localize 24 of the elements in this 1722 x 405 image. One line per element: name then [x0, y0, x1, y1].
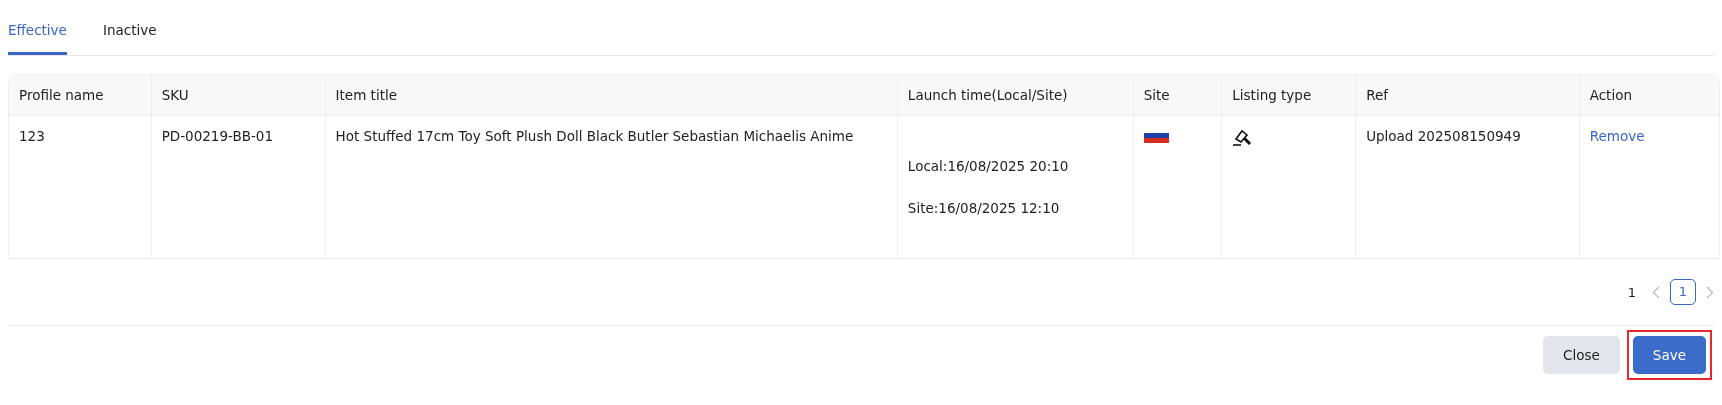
tab[interactable]: Inactive	[102, 22, 157, 55]
dialog-button[interactable]: Save	[1632, 336, 1706, 374]
table-cell: Upload 202508150949	[1366, 128, 1521, 144]
dialog-button[interactable]: Close	[1543, 336, 1620, 374]
column-header: Action	[1578, 75, 1719, 116]
remove-link[interactable]: Remove	[1589, 128, 1645, 144]
site-time: Site:16/08/2025 12:10	[907, 200, 1060, 216]
column-header: Item title	[324, 75, 897, 116]
gavel-icon	[1232, 128, 1253, 147]
total-count: 1	[1627, 284, 1636, 300]
column-header: Site	[1132, 75, 1222, 116]
column-header: Listing type	[1221, 75, 1356, 116]
next-icon[interactable]	[1706, 285, 1714, 299]
column-header: Profile name	[9, 75, 151, 116]
table-cell: Hot Stuffed 17cm Toy Soft Plush Doll Black Butler Sebastian Michaelis Anime	[335, 128, 854, 144]
previous-icon[interactable]	[1652, 285, 1660, 299]
table-cell: 123	[19, 128, 45, 144]
column-header: SKU	[150, 75, 325, 116]
column-header: Ref	[1355, 75, 1579, 116]
column-header: Launch time(Local/Site)	[896, 75, 1133, 116]
tab[interactable]: Effective	[8, 22, 67, 55]
table-cell: PD-00219-BB-01	[161, 128, 273, 144]
local-time: Local:16/08/2025 20:10	[907, 158, 1069, 174]
page-button[interactable]: 1	[1670, 279, 1696, 305]
